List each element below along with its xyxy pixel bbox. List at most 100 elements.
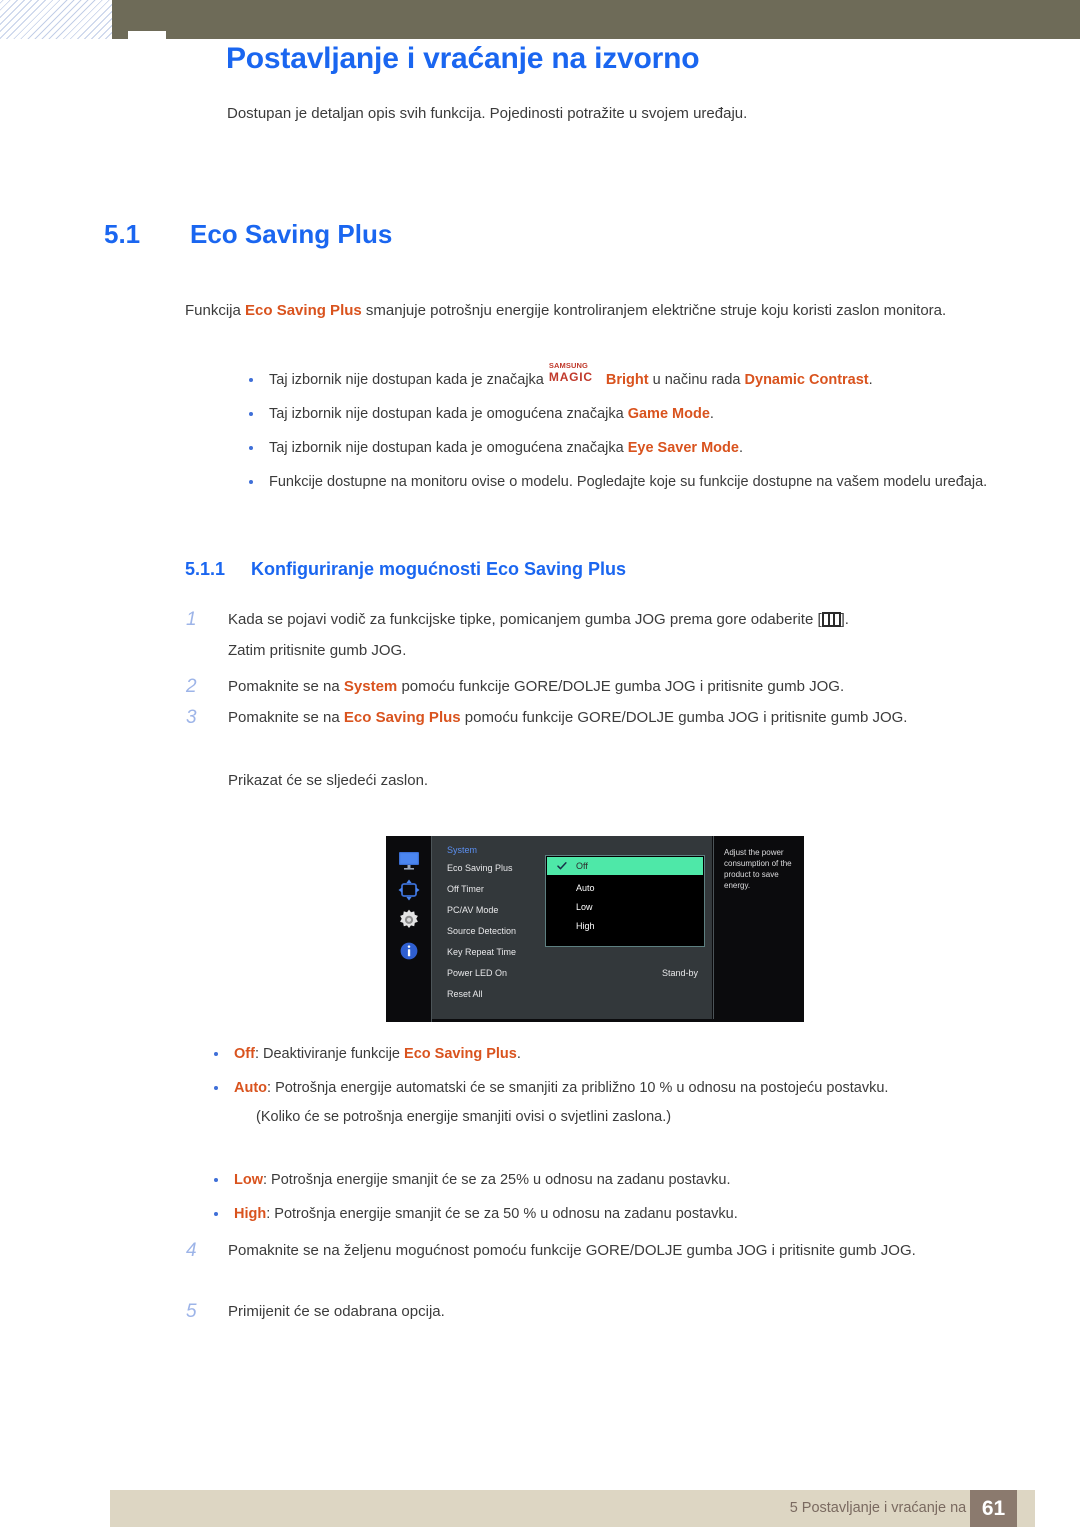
osd-submenu-label-off: Off [576, 861, 588, 871]
header-hatch-decoration [0, 0, 112, 39]
osd-help-text: Adjust the power consumption of the prod… [724, 848, 792, 890]
monitor-icon[interactable] [397, 848, 421, 872]
list-item: Taj izbornik nije dostupan kada je omogu… [227, 402, 1017, 426]
osd-menu-item-source-detection[interactable]: Source Detection [447, 926, 516, 936]
option-text-before: : Potrošnja energije smanjit će se za 25… [263, 1172, 731, 1188]
list-item: High: Potrošnja energije smanjit će se z… [192, 1202, 1017, 1226]
step3-continuation: Prikazat će se sljedeći zaslon. [228, 772, 429, 789]
paragraph-after: smanjuje potrošnju energije kontroliranj… [361, 302, 947, 319]
subsection-title: Konfiguriranje mogućnosti Eco Saving Plu… [251, 559, 627, 579]
step-number: 1 [186, 609, 197, 630]
section-paragraph: Funkcija Eco Saving Plus smanjuje potroš… [185, 296, 1000, 326]
section-title: Eco Saving Plus [190, 219, 393, 249]
step-text-after: pomoću funkcije GORE/DOLJE gumba JOG i p… [460, 709, 908, 726]
check-icon [557, 862, 567, 870]
note-text-middle: u načinu rada [648, 372, 745, 388]
magic-bright-label: Bright [605, 372, 649, 388]
osd-menu-value-power-led-on: Stand-by [661, 968, 698, 978]
osd-submenu-option-auto[interactable]: Auto [576, 883, 595, 893]
section-number: 5.1 [104, 219, 141, 249]
gear-icon[interactable] [397, 908, 421, 932]
step-text-after: pomoću funkcije GORE/DOLJE gumba JOG i p… [397, 678, 845, 695]
osd-help-panel: Adjust the power consumption of the prod… [713, 836, 804, 1019]
list-item: Funkcije dostupne na monitoru ovise o mo… [227, 470, 1017, 494]
subsection-number: 5.1.1 [185, 559, 226, 579]
note-text-after: . [868, 372, 873, 388]
auto-option-note: (Koliko će se potrošnja energije smanjit… [256, 1109, 672, 1125]
option-term: High [234, 1206, 267, 1222]
osd-screenshot: System Eco Saving Plus Off Timer PC/AV M… [386, 836, 804, 1022]
magic-magic-label: MAGIC [548, 370, 593, 384]
osd-menu-item-power-led-on[interactable]: Power LED On [447, 968, 507, 978]
option-bullet-list: Off: Deaktiviranje funkcije Eco Saving P… [192, 1042, 1017, 1110]
chapter-title: Postavljanje i vraćanje na izvorno [226, 42, 700, 75]
info-icon[interactable] [397, 939, 421, 963]
step-number: 4 [186, 1240, 197, 1261]
note-text-before: Taj izbornik nije dostupan kada je omogu… [269, 440, 628, 456]
step-number: 3 [186, 707, 197, 728]
menu-key-icon [821, 612, 841, 627]
note-term: Dynamic Contrast [744, 372, 869, 388]
osd-submenu-option-off[interactable]: Off [547, 857, 703, 875]
magic-samsung-label: SAMSUNG [548, 361, 588, 370]
list-item: Auto: Potrošnja energije automatski će s… [192, 1076, 1017, 1100]
list-item: Low: Potrošnja energije smanjit će se za… [192, 1168, 1017, 1192]
step-text-after: ]. [840, 611, 849, 628]
subsection-heading: 5.1.1 Konfiguriranje mogućnosti Eco Savin… [185, 559, 1005, 580]
option-text-before: : Potrošnja energije smanjit će se za 50… [266, 1206, 738, 1222]
osd-submenu: Off Auto Low High [545, 855, 705, 947]
list-item: Taj izbornik nije dostupan kada je omogu… [227, 436, 1017, 460]
header-notch [128, 31, 166, 44]
note-term: Eye Saver Mode [627, 440, 739, 456]
note-text-before: Funkcije dostupne na monitoru ovise o mo… [269, 474, 988, 490]
option-term: Auto [234, 1080, 268, 1096]
step-text-before: Pomaknite se na [228, 678, 344, 695]
step-item: 3 Pomaknite se na Eco Saving Plus pomoću … [186, 703, 1048, 733]
step-text-before: Pomaknite se na [228, 709, 344, 726]
list-item: Taj izbornik nije dostupan kada je znača… [227, 362, 1017, 392]
osd-menu-panel: System Eco Saving Plus Off Timer PC/AV M… [432, 836, 712, 1019]
option-term: Off [234, 1046, 255, 1062]
picture-size-icon[interactable] [397, 878, 421, 902]
option-text-before: : Potrošnja energije automatski će se sm… [267, 1080, 889, 1096]
osd-menu-title: System [447, 845, 478, 855]
osd-menu-item-off-timer[interactable]: Off Timer [447, 884, 484, 894]
osd-menu-item-reset-all[interactable]: Reset All [447, 989, 483, 999]
osd-menu-item-pc-av-mode[interactable]: PC/AV Mode [447, 905, 498, 915]
header-bar-lower-right [166, 33, 1080, 39]
step-item: 2 Pomaknite se na System pomoću funkcije … [186, 672, 1048, 702]
step-term: System [343, 678, 398, 695]
section-heading: 5.1 Eco Saving Plus [104, 219, 1004, 250]
paragraph-before: Funkcija [185, 302, 246, 319]
header-bar-lower-left [112, 33, 128, 39]
step-text-before: Pomaknite se na željenu mogućnost pomoću… [228, 1242, 916, 1259]
option-text-before: : Deaktiviranje funkcije [254, 1046, 405, 1062]
osd-menu-item-eco-saving-plus[interactable]: Eco Saving Plus [447, 863, 513, 873]
note-text-before: Taj izbornik nije dostupan kada je znača… [269, 372, 548, 388]
step1-continuation: Zatim pritisnite gumb JOG. [228, 642, 407, 659]
step-text-before: Primijenit će se odabrana opcija. [228, 1303, 445, 1320]
step-text-before: Kada se pojavi vodič za funkcijske tipke… [228, 611, 822, 628]
osd-submenu-option-low[interactable]: Low [576, 902, 593, 912]
chapter-intro-text: Dostupan je detaljan opis svih funkcija.… [227, 105, 748, 122]
paragraph-term: Eco Saving Plus [245, 302, 362, 319]
step-term: Eco Saving Plus [343, 709, 461, 726]
step-number: 5 [186, 1301, 197, 1322]
footer-page-number: 61 [970, 1490, 1017, 1527]
step-item: 5 Primijenit će se odabrana opcija. [186, 1297, 1048, 1327]
note-bullet-list: Taj izbornik nije dostupan kada je znača… [227, 362, 1017, 504]
option-term-secondary: Eco Saving Plus [404, 1046, 517, 1062]
option-term: Low [234, 1172, 263, 1188]
osd-submenu-option-high[interactable]: High [576, 921, 595, 931]
option-bullet-list-2: Low: Potrošnja energije smanjit će se za… [192, 1168, 1017, 1236]
step-item: 4 Pomaknite se na željenu mogućnost pomoć… [186, 1236, 1048, 1266]
step-item: 1 Kada se pojavi vodič za funkcijske tipk… [186, 605, 1048, 635]
magicbright-logo: SAMSUNG MAGIC [548, 362, 605, 385]
osd-menu-item-key-repeat-time[interactable]: Key Repeat Time [447, 947, 516, 957]
step-number: 2 [186, 676, 197, 697]
header-bar [112, 0, 1080, 33]
option-text-after: . [516, 1046, 521, 1062]
note-text-after: . [738, 440, 743, 456]
note-text-before: Taj izbornik nije dostupan kada je omogu… [269, 406, 628, 422]
note-text-after: . [709, 406, 714, 422]
